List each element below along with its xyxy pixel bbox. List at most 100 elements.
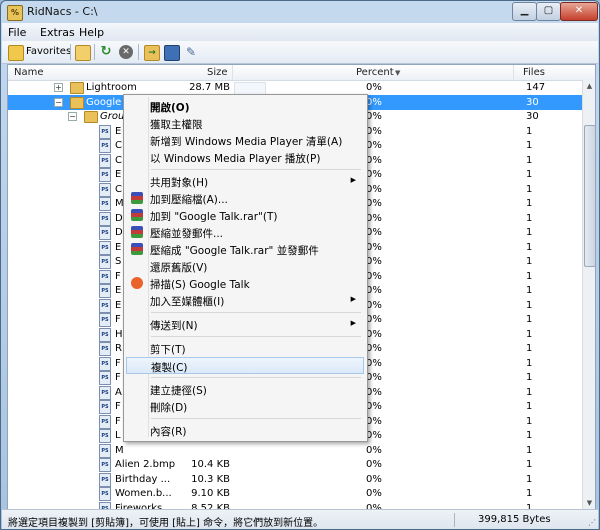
row-name: E [115,241,122,253]
row-files: 1 [526,314,533,325]
row-files: 1 [526,140,533,151]
row-files: 30 [526,111,539,122]
row-name: F [115,357,121,369]
row-files: 30 [526,96,539,108]
context-menu-item[interactable]: 剪下(T) [126,340,364,357]
row-percent: 0% [366,111,382,122]
column-files[interactable]: Files [523,67,545,78]
folder-icon [70,82,84,94]
winrar-icon [131,243,143,255]
context-menu-label: 共用對象(H) [150,177,209,189]
context-menu-item[interactable]: 共用對象(H) ▶ [126,173,364,190]
column-percent[interactable]: Percent [356,67,394,78]
minimize-button[interactable]: ▁ [512,2,537,21]
row-name: F [115,314,121,325]
row-percent: 0% [366,82,382,93]
row-percent: 0% [366,212,382,224]
favorites-icon [8,45,24,61]
file-icon: PS [99,414,111,429]
context-menu-item[interactable]: 壓縮成 "Google Talk.rar" 並發郵件 [126,241,364,258]
row-files: 1 [526,270,533,282]
scroll-down-icon[interactable]: ▼ [583,497,595,509]
row-percent: 0% [366,140,382,151]
collapse-icon[interactable]: − [68,112,77,121]
context-menu-label: 複製(C) [151,362,188,374]
menu-file[interactable]: File [8,26,26,39]
row-size: 28.7 MB [189,82,230,93]
winrar-icon [131,209,143,221]
file-icon: PS [99,211,111,226]
tree-row[interactable]: PS Birthday ... 10.3 KB 0% 1 [8,472,582,487]
resize-grip-icon[interactable]: ⋰ [588,518,596,527]
row-files: 147 [526,82,546,93]
toolbar-separator [138,44,139,60]
context-menu-item[interactable]: 新增到 Windows Media Player 清單(A) [126,132,364,149]
context-menu-label: 獲取主權限 [150,119,203,131]
open-folder-icon [75,45,91,61]
tree-row[interactable]: PS Alien 2.bmp 10.4 KB 0% 1 [8,457,582,472]
context-menu-item[interactable]: 獲取主權限 [126,115,364,132]
collapse-icon[interactable]: − [54,97,63,107]
context-menu-item[interactable]: 複製(C) [126,357,364,374]
tree-row[interactable]: PS Women.b... 9.10 KB 0% 1 [8,486,582,501]
column-divider[interactable] [232,65,233,80]
context-menu-item[interactable]: 加到 "Google Talk.rar"(T) [126,207,364,224]
maximize-button[interactable]: ▢ [536,2,561,21]
context-menu-label: 加到 "Google Talk.rar"(T) [150,211,278,223]
settings-button[interactable]: ✎ [183,44,199,60]
open-folder-button[interactable] [74,44,91,61]
menu-help[interactable]: Help [79,26,104,39]
column-size[interactable]: Size [207,67,228,78]
context-menu-item[interactable]: 加到壓縮檔(A)... [126,190,364,207]
context-menu-item[interactable]: 傳送到(N) ▶ [126,316,364,333]
close-button[interactable]: ✕ [560,2,598,21]
export-button[interactable]: → [143,44,160,61]
context-menu-item[interactable]: 壓縮並發郵件... [126,224,364,241]
scroll-thumb[interactable] [584,125,595,267]
context-menu-item[interactable]: 加入至媒體櫃(I) ▶ [126,292,364,309]
column-divider[interactable] [513,65,514,80]
row-percent: 0% [366,183,382,195]
context-menu-item[interactable]: 內容(R) [126,422,364,439]
row-percent: 0% [366,299,382,311]
save-button[interactable] [163,44,180,61]
row-name: Women.b... [115,488,172,499]
favorites-button[interactable]: Favorites [8,44,71,61]
row-name: F [115,415,121,427]
scroll-up-icon[interactable]: ▲ [583,80,595,92]
file-icon: PS [99,458,111,472]
context-menu-label: 以 Windows Media Player 播放(P) [150,153,321,165]
sort-descending-icon: ▼ [395,69,401,77]
window-title: RidNacs - C:\ [27,5,98,18]
expand-icon[interactable]: + [54,83,63,92]
row-name: C [115,140,122,151]
vertical-scrollbar[interactable]: ▲ ▼ [582,80,595,509]
row-files: 1 [526,241,533,253]
context-menu-item[interactable]: 以 Windows Media Player 播放(P) [126,149,364,166]
row-percent: 0% [366,241,382,253]
status-separator [454,513,455,527]
row-files: 1 [526,169,533,180]
stop-button[interactable]: ✕ [118,44,134,60]
menu-extras[interactable]: Extras [40,26,75,39]
column-header: Name Size Percent ▼ Files [8,65,595,81]
tree-row[interactable]: + Lightroom 28.7 MB 0% 147 [8,80,582,95]
column-name[interactable]: Name [14,67,44,78]
title-bar[interactable]: % RidNacs - C:\ ▁ ▢ ✕ [1,1,599,23]
file-icon: PS [99,269,111,284]
row-files: 1 [526,285,533,296]
refresh-button[interactable]: ↻ [98,44,114,60]
row-percent: 0% [366,227,382,238]
context-menu-item[interactable]: 刪除(D) [126,398,364,415]
context-menu-item[interactable]: 建立捷徑(S) [126,381,364,398]
submenu-arrow-icon: ▶ [350,319,356,327]
file-icon: PS [99,400,111,414]
context-menu-item[interactable]: 掃描(S) Google Talk [126,275,364,292]
context-menu-item[interactable]: 還原舊版(V) [126,258,364,275]
row-files: 1 [526,444,533,456]
submenu-arrow-icon: ▶ [350,295,356,303]
context-menu-item[interactable]: 開啟(O) [126,98,364,115]
tree-row[interactable]: PS M 0% 1 [8,443,582,458]
context-menu-label: 新增到 Windows Media Player 清單(A) [150,136,343,148]
row-name: F [115,372,121,383]
